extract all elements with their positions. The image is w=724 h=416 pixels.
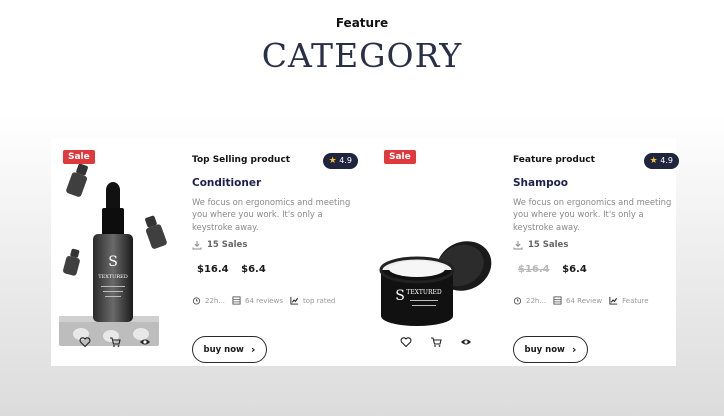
layers-icon [232, 296, 241, 305]
buy-now-button[interactable]: buy now › [192, 336, 267, 363]
download-icon [513, 241, 523, 250]
serum-bottles-image: S TEXTURED [59, 163, 167, 346]
buy-now-label: buy now [524, 344, 565, 355]
product-panel: S TEXTURED Sale Top Selling product ★ 4.… [51, 138, 679, 366]
buy-now-button[interactable]: buy now › [513, 336, 588, 363]
meta-time: 22h... [513, 296, 546, 305]
meta-reviews-label: 64 reviews [245, 296, 283, 305]
rating-value: 4.9 [660, 156, 673, 165]
price-old: $16.4 [197, 264, 229, 275]
eye-icon[interactable] [137, 334, 153, 350]
meta-time: 22h... [192, 296, 225, 305]
price-new: $6.4 [241, 264, 266, 275]
svg-text:S: S [108, 254, 118, 270]
svg-text:S: S [395, 288, 405, 304]
meta-time-label: 22h... [205, 296, 226, 305]
image-actions [372, 334, 503, 350]
svg-text:TEXTURED: TEXTURED [406, 289, 442, 296]
sales-label: 15 Sales [207, 240, 248, 250]
product-meta: 22h... 64 Review Feature [513, 296, 683, 305]
product-description: We focus on ergonomics and meeting you w… [192, 197, 351, 232]
sale-badge: Sale [384, 150, 416, 164]
alarm-clock-icon [513, 297, 522, 305]
price-old: $16.4 [518, 264, 550, 275]
product-card: S TEXTURED Sale Top Selling product ★ 4.… [51, 138, 363, 366]
product-image[interactable]: S TEXTURED Sale [372, 138, 503, 350]
meta-rated: Feature [609, 296, 649, 305]
meta-rated: top rated [290, 296, 335, 305]
section-heading: CATEGORY [261, 36, 463, 75]
star-icon: ★ [649, 156, 658, 166]
chevron-right-icon: › [571, 343, 577, 356]
meta-time-label: 22h... [526, 296, 547, 305]
alarm-clock-icon [192, 297, 201, 305]
star-icon: ★ [328, 156, 337, 166]
chart-icon [290, 296, 299, 305]
eye-icon[interactable] [458, 334, 474, 350]
cream-jar-image: S TEXTURED [379, 241, 492, 326]
product-name[interactable]: Conditioner [192, 177, 261, 189]
product-card: S TEXTURED Sale Feature product ★ 4.9 Sh… [372, 138, 684, 366]
price-row: $16.4 $6.4 [518, 264, 587, 275]
product-description: We focus on ergonomics and meeting you w… [513, 197, 672, 232]
chart-icon [609, 296, 618, 305]
image-actions [51, 334, 182, 350]
product-meta: 22h... 64 reviews top rated [192, 296, 362, 305]
sales-label: 15 Sales [528, 240, 569, 250]
rating-badge: ★ 4.9 [643, 153, 679, 169]
price-row: $16.4 $6.4 [197, 264, 266, 275]
chevron-right-icon: › [250, 343, 256, 356]
product-tag: Top Selling product [192, 155, 291, 165]
sales-count: 15 Sales [192, 240, 247, 250]
cart-icon[interactable] [428, 334, 444, 350]
section-eyebrow: Feature [335, 16, 389, 30]
download-icon [192, 241, 202, 250]
meta-reviews: 64 Review [553, 296, 602, 305]
sale-badge: Sale [63, 150, 95, 164]
svg-text:TEXTURED: TEXTURED [98, 274, 128, 280]
heart-icon[interactable] [77, 334, 93, 350]
meta-rated-label: Feature [622, 296, 649, 305]
cart-icon[interactable] [107, 334, 123, 350]
product-image[interactable]: S TEXTURED Sale [51, 138, 182, 350]
meta-reviews: 64 reviews [232, 296, 283, 305]
rating-value: 4.9 [339, 156, 352, 165]
sales-count: 15 Sales [513, 240, 568, 250]
meta-reviews-label: 64 Review [566, 296, 603, 305]
rating-badge: ★ 4.9 [322, 153, 358, 169]
buy-now-label: buy now [203, 344, 244, 355]
product-name[interactable]: Shampoo [513, 177, 568, 189]
meta-rated-label: top rated [302, 296, 336, 305]
layers-icon [553, 296, 562, 305]
heart-icon[interactable] [398, 334, 414, 350]
price-new: $6.4 [562, 264, 587, 275]
product-tag: Feature product [513, 155, 595, 165]
